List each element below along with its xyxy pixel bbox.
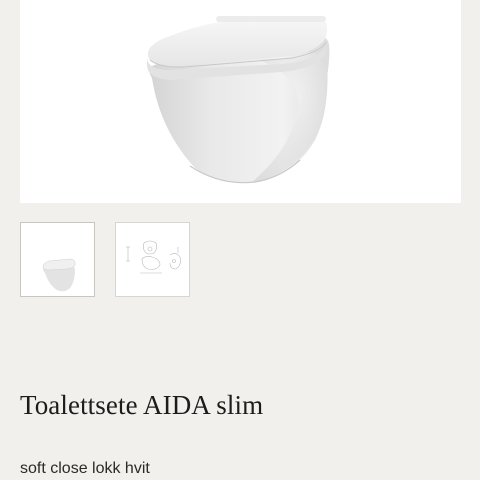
product-page: Toalettsete AIDA slim soft close lokk hv… <box>0 0 480 480</box>
toilet-image <box>146 16 330 184</box>
product-subtitle: soft close lokk hvit <box>20 460 150 477</box>
technical-drawing-icon <box>126 240 181 274</box>
main-product-image[interactable] <box>20 0 461 203</box>
toilet-thumbnail-icon <box>42 258 76 292</box>
product-title: Toalettsete AIDA slim <box>20 390 264 420</box>
thumbnail-toilet-photo[interactable] <box>20 222 95 297</box>
thumbnail-technical-drawing[interactable] <box>115 222 190 297</box>
